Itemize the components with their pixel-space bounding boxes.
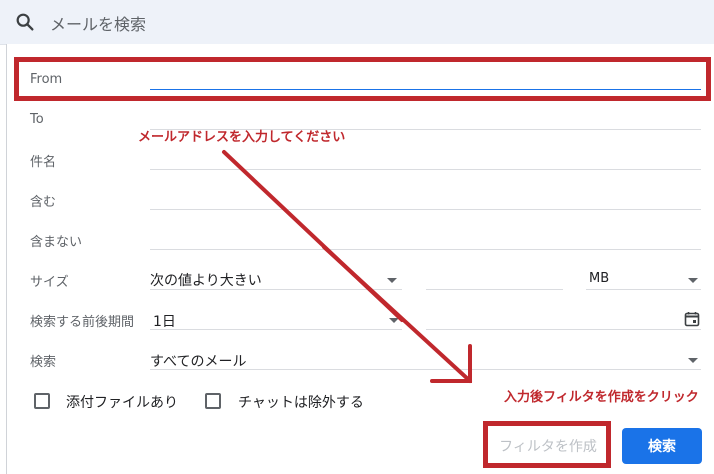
arrow-line-2 xyxy=(322,245,472,383)
annotation-enter-email: メールアドレスを入力してください xyxy=(138,130,346,145)
annotation-after-input: 入力後フィルタを作成をクリック xyxy=(504,390,699,405)
